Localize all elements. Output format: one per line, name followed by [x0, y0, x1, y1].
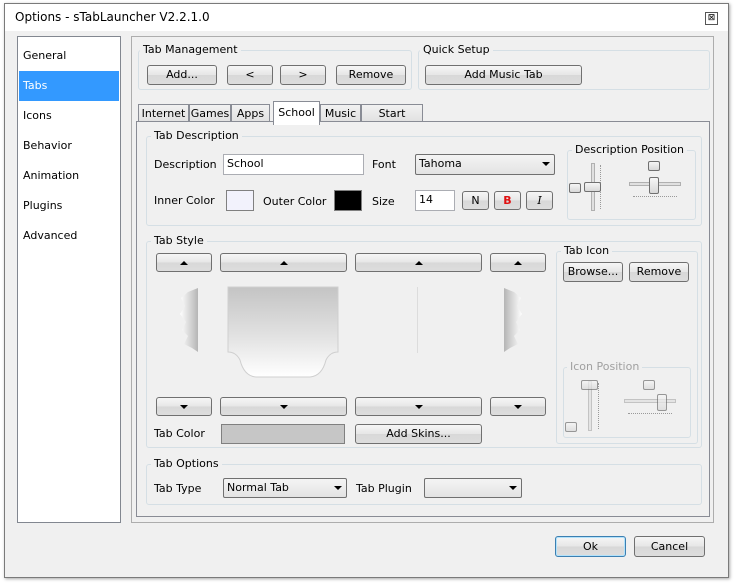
left-edge-up-button[interactable] — [156, 253, 212, 272]
remove-icon-button[interactable]: Remove — [629, 262, 689, 282]
add-tab-button[interactable]: Add... — [147, 65, 217, 85]
arrow-down-icon — [279, 405, 288, 409]
sidebar-item-advanced[interactable]: Advanced — [19, 221, 119, 251]
quick-setup-title: Quick Setup — [420, 43, 493, 56]
chevron-down-icon — [509, 486, 517, 490]
divider-skin-preview — [417, 287, 418, 353]
left-edge-down-button[interactable] — [156, 397, 212, 416]
browse-icon-button[interactable]: Browse... — [563, 262, 623, 282]
remove-tab-button[interactable]: Remove — [336, 65, 406, 85]
tab-type-label: Tab Type — [154, 482, 202, 495]
icon-horizontal-track — [624, 399, 676, 403]
arrow-up-icon — [514, 261, 522, 265]
left-center-up-button[interactable] — [220, 253, 347, 272]
add-music-tab-button[interactable]: Add Music Tab — [425, 65, 582, 85]
sidebar-item-icons[interactable]: Icons — [19, 101, 119, 131]
icon-vertical-slider[interactable] — [581, 380, 598, 390]
tab-type-select[interactable]: Normal Tab — [223, 478, 347, 498]
size-label: Size — [372, 195, 395, 208]
italic-style-button[interactable]: I — [526, 191, 553, 210]
tab-description-title: Tab Description — [151, 129, 242, 142]
right-edge-down-button[interactable] — [490, 397, 546, 416]
icon-top-handle[interactable] — [643, 380, 655, 390]
tab-plugin-label: Tab Plugin — [356, 482, 412, 495]
outer-color-label: Outer Color — [263, 195, 327, 208]
right-edge-skin-preview — [504, 288, 522, 352]
arrow-down-icon — [180, 405, 188, 409]
arrow-up-icon — [180, 261, 188, 265]
bold-style-button[interactable]: B — [494, 191, 521, 210]
right-center-down-button[interactable] — [355, 397, 482, 416]
tab-options-title: Tab Options — [151, 457, 222, 470]
icon-anchor-handle[interactable] — [565, 422, 577, 432]
tab-school[interactable]: School — [273, 101, 320, 125]
arrow-down-icon — [414, 405, 423, 409]
description-horizontal-ticks — [633, 196, 677, 197]
sidebar-item-general[interactable]: General — [19, 41, 119, 71]
sidebar: General Tabs Icons Behavior Animation Pl… — [17, 36, 121, 523]
size-input[interactable]: 14 — [415, 190, 455, 211]
tab-style-title: Tab Style — [151, 234, 207, 247]
description-input[interactable]: School — [223, 154, 364, 175]
next-tab-button[interactable]: > — [280, 65, 326, 85]
arrow-down-icon — [514, 405, 522, 409]
normal-style-button[interactable]: N — [462, 191, 489, 210]
inner-color-label: Inner Color — [154, 194, 215, 207]
right-center-up-button[interactable] — [355, 253, 482, 272]
right-edge-up-button[interactable] — [490, 253, 546, 272]
cancel-button[interactable]: Cancel — [634, 536, 705, 557]
tab-plugin-select[interactable] — [424, 478, 522, 498]
font-select[interactable]: Tahoma — [415, 154, 555, 175]
description-vertical-slider[interactable] — [584, 182, 601, 192]
left-center-down-button[interactable] — [220, 397, 347, 416]
tab-color-label: Tab Color — [154, 427, 205, 440]
description-top-handle[interactable] — [648, 161, 660, 171]
description-position-title: Description Position — [572, 143, 687, 156]
close-icon[interactable]: ⊠ — [705, 12, 718, 25]
chevron-down-icon — [334, 486, 342, 490]
sidebar-item-animation[interactable]: Animation — [19, 161, 119, 191]
center-skin-preview — [227, 286, 339, 378]
ok-button[interactable]: Ok — [555, 536, 626, 557]
left-edge-skin-preview — [180, 288, 198, 352]
icon-horizontal-slider[interactable] — [657, 394, 667, 411]
outer-color-swatch[interactable] — [334, 190, 362, 211]
font-select-value: Tahoma — [419, 157, 462, 170]
inner-color-swatch[interactable] — [226, 190, 254, 211]
tab-color-swatch[interactable] — [221, 424, 345, 444]
tab-icon-title: Tab Icon — [561, 244, 613, 257]
description-label: Description — [154, 158, 217, 171]
description-anchor-handle[interactable] — [569, 183, 581, 193]
add-skins-button[interactable]: Add Skins... — [355, 424, 482, 444]
arrow-up-icon — [414, 261, 423, 265]
title-bar: Options - sTabLauncher V2.2.1.0 ⊠ — [5, 4, 728, 31]
description-horizontal-slider[interactable] — [649, 177, 659, 194]
font-label: Font — [372, 158, 396, 171]
icon-horizontal-ticks — [628, 413, 672, 414]
sidebar-item-tabs[interactable]: Tabs — [19, 71, 119, 101]
previous-tab-button[interactable]: < — [227, 65, 273, 85]
tab-type-value: Normal Tab — [227, 481, 289, 494]
tab-management-title: Tab Management — [140, 43, 241, 56]
sidebar-item-plugins[interactable]: Plugins — [19, 191, 119, 221]
icon-vertical-ticks — [598, 383, 599, 429]
sidebar-item-behavior[interactable]: Behavior — [19, 131, 119, 161]
arrow-up-icon — [279, 261, 288, 265]
icon-position-title: Icon Position — [567, 360, 643, 373]
chevron-down-icon — [542, 162, 550, 166]
window-title: Options - sTabLauncher V2.2.1.0 — [15, 10, 210, 24]
